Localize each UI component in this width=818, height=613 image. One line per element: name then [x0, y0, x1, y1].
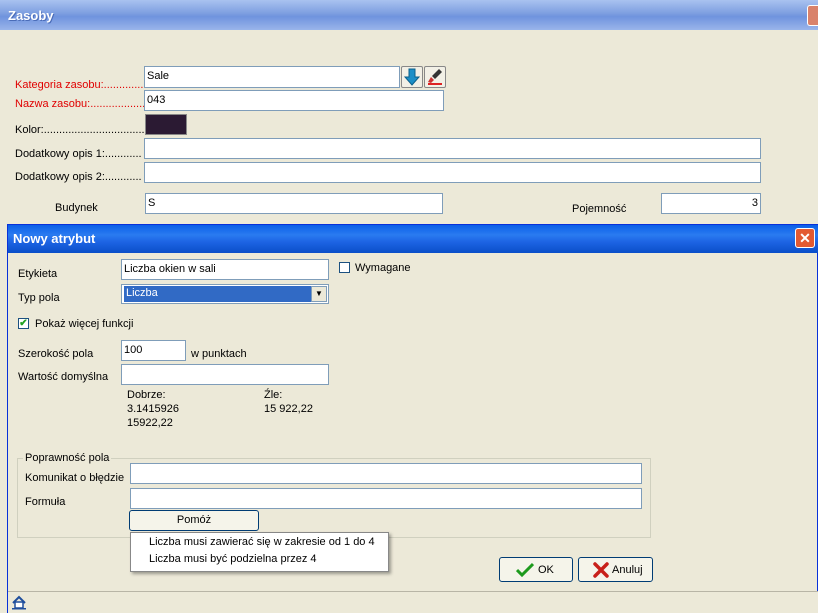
cancel-label: Anuluj	[612, 564, 643, 576]
good-example-2: 15922,22	[127, 417, 173, 429]
error-message-label: Komunikat o błędzie	[25, 472, 125, 484]
bad-header: Źle:	[264, 389, 283, 401]
help-popup-menu: Liczba musi zawierać się w zakresie od 1…	[130, 532, 389, 572]
width-label: Szerokość pola	[18, 348, 94, 360]
capacity-field[interactable]: 3	[661, 193, 761, 214]
back-window-titlebar: Zasoby	[0, 0, 818, 30]
capacity-label: Pojemność	[572, 203, 627, 215]
category-label: Kategoria zasobu:...............	[15, 79, 150, 91]
type-label: Typ pola	[18, 292, 60, 304]
back-window-title: Zasoby	[8, 8, 54, 23]
category-field[interactable]: Sale	[144, 66, 400, 88]
building-field[interactable]: S	[145, 193, 443, 214]
required-checkbox[interactable]	[339, 262, 350, 273]
x-icon	[593, 562, 609, 578]
error-message-input[interactable]	[130, 463, 642, 484]
help-button[interactable]: Pomóż	[129, 510, 259, 531]
popup-item-range[interactable]: Liczba musi zawierać się w zakresie od 1…	[131, 533, 388, 550]
desc2-field[interactable]	[144, 162, 761, 183]
dialog-title: Nowy atrybut	[13, 231, 96, 246]
color-swatch[interactable]	[145, 114, 187, 135]
good-header: Dobrze:	[127, 389, 166, 401]
desc1-label-text: Dodatkowy opis 1:	[15, 148, 105, 160]
width-input[interactable]: 100	[121, 340, 186, 361]
validation-group-title: Poprawność pola	[23, 452, 112, 464]
dialog-close-icon[interactable]: ✕	[795, 228, 815, 248]
checkmark-icon	[516, 562, 534, 578]
desc2-label: Dodatkowy opis 2:............	[15, 171, 142, 183]
building-label: Budynek	[55, 202, 98, 214]
required-label: Wymagane	[355, 262, 411, 274]
dialog-titlebar: Nowy atrybut ✕	[8, 225, 818, 253]
home-icon[interactable]	[11, 594, 27, 610]
type-select[interactable]: Liczba ▼	[121, 284, 329, 304]
name-dots: ...................	[90, 98, 149, 110]
popup-item-divisible[interactable]: Liczba musi być podzielna przez 4	[131, 550, 388, 567]
paintbrush-icon[interactable]	[424, 66, 446, 88]
desc2-label-text: Dodatkowy opis 2:	[15, 171, 105, 183]
desc1-dots: ............	[104, 148, 142, 160]
back-window-close-icon[interactable]	[807, 5, 818, 26]
status-bar	[8, 591, 818, 613]
ok-label: OK	[538, 564, 554, 576]
width-unit: w punktach	[191, 348, 247, 360]
ok-button[interactable]: OK	[499, 557, 573, 582]
name-label: Nazwa zasobu:...................	[15, 98, 148, 110]
category-dots: ...............	[103, 79, 150, 91]
good-example-1: 3.1415926	[127, 403, 179, 415]
desc1-field[interactable]	[144, 138, 761, 159]
bad-example-1: 15 922,22	[264, 403, 313, 415]
desc1-label: Dodatkowy opis 1:............	[15, 148, 142, 160]
label-field-label: Etykieta	[18, 268, 58, 280]
color-label-text: Kolor:	[15, 124, 44, 136]
more-functions-label: Pokaż więcej funkcji	[35, 318, 134, 330]
cancel-button[interactable]: Anuluj	[578, 557, 653, 582]
default-input[interactable]	[121, 364, 329, 385]
label-input[interactable]: Liczba okien w sali	[121, 259, 329, 280]
formula-label: Formuła	[25, 496, 66, 508]
arrow-down-icon[interactable]	[401, 66, 423, 88]
name-field[interactable]: 043	[144, 90, 444, 111]
desc2-dots: ............	[104, 171, 142, 183]
name-label-text: Nazwa zasobu:	[15, 98, 91, 110]
more-functions-checkbox[interactable]: ✔	[18, 318, 29, 329]
chevron-down-icon[interactable]: ▼	[311, 286, 327, 302]
default-label: Wartość domyślna	[18, 371, 109, 383]
type-select-value: Liczba	[124, 286, 311, 302]
formula-input[interactable]	[130, 488, 642, 509]
category-label-text: Kategoria zasobu:	[15, 79, 104, 91]
